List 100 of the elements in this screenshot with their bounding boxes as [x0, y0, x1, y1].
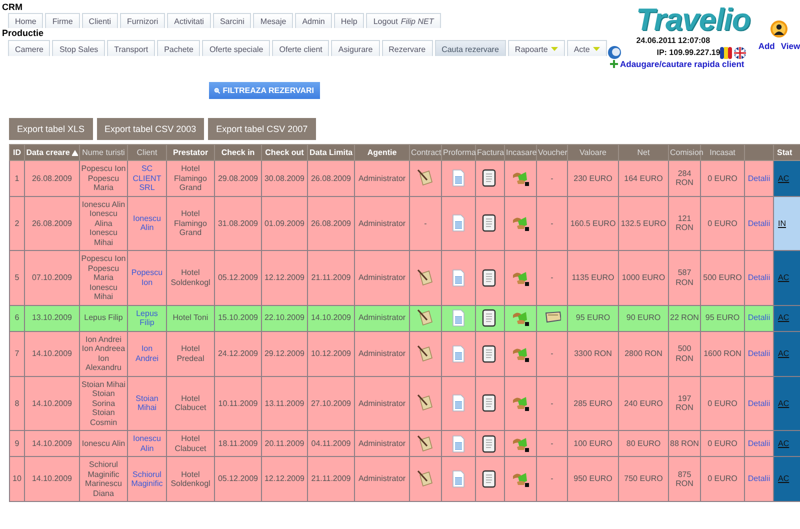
document-icon[interactable] — [450, 268, 468, 287]
table-cell: 01.09.2009 — [264, 218, 305, 228]
table-cell: - — [550, 218, 554, 228]
table-cell: 7 — [14, 348, 20, 358]
column-header: Client — [136, 148, 158, 157]
export-button[interactable]: Export tabel XLS — [9, 118, 93, 140]
status-link[interactable]: AC — [778, 398, 790, 408]
contract-pen-icon[interactable] — [416, 470, 434, 488]
nav-tab[interactable]: Clienti — [82, 13, 118, 28]
table-cell: Administrator — [358, 348, 406, 358]
table-cell: Administrator — [358, 474, 406, 484]
filter-button[interactable]: FILTREAZA REZERVARI — [209, 82, 320, 99]
table-cell: 500 EURO — [703, 273, 742, 282]
table-cell: 22 RON — [670, 313, 699, 322]
document-icon[interactable] — [450, 214, 468, 232]
nav-tab[interactable]: Logout Filip NET — [366, 13, 441, 28]
table-cell: Stoian Mihai Stoian Sorina Stoian Cosmin — [81, 380, 126, 426]
table-cell: - — [550, 438, 554, 448]
nav-tab[interactable]: Admin — [295, 13, 332, 28]
table-cell: - — [424, 218, 427, 228]
status-link[interactable]: IN — [778, 218, 786, 228]
money-hands-icon[interactable] — [512, 169, 530, 188]
status-link[interactable]: AC — [778, 348, 790, 358]
table-cell: 88 RON — [670, 438, 699, 448]
document-icon[interactable] — [450, 344, 468, 362]
table-cell: 14.10.2009 — [32, 398, 72, 408]
table-cell: 80 EURO — [626, 438, 661, 448]
section-tab[interactable]: Pachete — [157, 40, 200, 56]
details-link[interactable]: Detalii — [746, 273, 772, 282]
table-cell: 15.10.2009 — [218, 313, 258, 322]
nav-tab[interactable]: Sarcini — [212, 13, 252, 28]
table-cell: 29.08.2009 — [218, 174, 258, 182]
export-button[interactable]: Export tabel CSV 2007 — [208, 118, 316, 140]
table-cell: 875 RON — [676, 470, 694, 488]
status-link[interactable]: AC — [778, 474, 790, 484]
contract-pen-icon[interactable] — [416, 434, 434, 452]
contract-pen-icon[interactable] — [416, 394, 434, 412]
table-cell: - — [550, 174, 554, 182]
nav-tab[interactable]: Firme — [45, 13, 80, 28]
table-cell: 13.11.2009 — [264, 398, 304, 408]
table-cell: 22.10.2009 — [264, 313, 305, 322]
section-tab[interactable]: Transport — [107, 40, 156, 56]
section-tab[interactable]: Oferte speciale — [202, 40, 270, 56]
table-cell: 9 — [14, 438, 20, 448]
user-link[interactable]: View — [780, 41, 800, 51]
contract-pen-icon[interactable] — [416, 344, 434, 362]
section-tab[interactable]: Cauta rezervare — [434, 40, 506, 56]
details-link[interactable]: Detalii — [746, 474, 772, 484]
table-cell: Hotel Flamingo Grand — [174, 164, 207, 192]
nav-tab[interactable]: Home — [8, 13, 44, 28]
document-icon[interactable] — [450, 434, 468, 452]
contract-pen-icon[interactable] — [416, 268, 434, 287]
document-icon[interactable] — [450, 470, 468, 488]
status-link[interactable]: AC — [778, 174, 790, 182]
document-icon[interactable] — [450, 309, 468, 327]
column-header: Net — [637, 148, 650, 157]
nav-tab[interactable]: Mesaje — [253, 13, 294, 28]
document-icon[interactable] — [450, 394, 468, 412]
section-tab[interactable]: Oferte client — [272, 40, 330, 56]
table-cell: 10.12.2009 — [310, 348, 352, 358]
money-hands-icon[interactable] — [512, 394, 530, 412]
table-cell: 6 — [14, 313, 20, 322]
quick-client-link[interactable]: Adaugare/cautare rapida client — [620, 59, 744, 69]
status-link[interactable]: AC — [778, 438, 790, 448]
money-hands-icon[interactable] — [512, 470, 530, 488]
table-cell: 26.08.2009 — [310, 218, 352, 228]
details-link[interactable]: Detalii — [746, 218, 772, 228]
table-cell: - — [550, 273, 554, 282]
money-hands-icon[interactable] — [512, 214, 530, 232]
table-cell: Administrator — [358, 438, 406, 448]
nav-tab[interactable]: Activitati — [167, 13, 211, 28]
status-link[interactable]: AC — [778, 273, 790, 282]
section-tab[interactable]: Stop Sales — [52, 40, 106, 56]
document-icon[interactable] — [450, 169, 468, 188]
table-cell: 26.08.2009 — [310, 174, 352, 182]
table-cell: 230 EURO — [574, 174, 612, 182]
table-cell: 95 EURO — [576, 313, 610, 322]
column-header: Proforma — [443, 148, 476, 157]
nav-tab[interactable]: Furnizori — [120, 13, 166, 28]
status-link[interactable]: AC — [778, 313, 790, 322]
contract-pen-icon[interactable] — [416, 169, 434, 188]
section-tab[interactable]: Acte — [566, 40, 607, 56]
section-tab[interactable]: Asigurare — [331, 40, 380, 56]
contract-pen-icon[interactable] — [416, 309, 434, 327]
datetime-text: 24.06.2011 12:07:08 — [635, 36, 712, 46]
details-link[interactable]: Detalii — [746, 398, 772, 408]
nav-tab[interactable]: Help — [334, 13, 364, 28]
user-link[interactable]: Add — [758, 41, 775, 51]
table-cell: 285 EURO — [574, 398, 612, 408]
section-tab[interactable]: Rapoarte — [508, 40, 565, 56]
table-cell: Hotel Clabucet — [174, 434, 206, 452]
table-cell: Administrator — [358, 174, 406, 182]
table-cell: 1 — [14, 174, 20, 182]
money-hands-icon[interactable] — [512, 309, 530, 327]
export-button[interactable]: Export tabel CSV 2003 — [96, 118, 204, 140]
details-link[interactable]: Detalii — [746, 348, 772, 358]
section-tab[interactable]: Rezervare — [382, 40, 433, 56]
table-cell: 14.10.2009 — [310, 313, 352, 322]
section-tab[interactable]: Camere — [8, 40, 50, 56]
column-header: Incasat — [710, 148, 736, 157]
